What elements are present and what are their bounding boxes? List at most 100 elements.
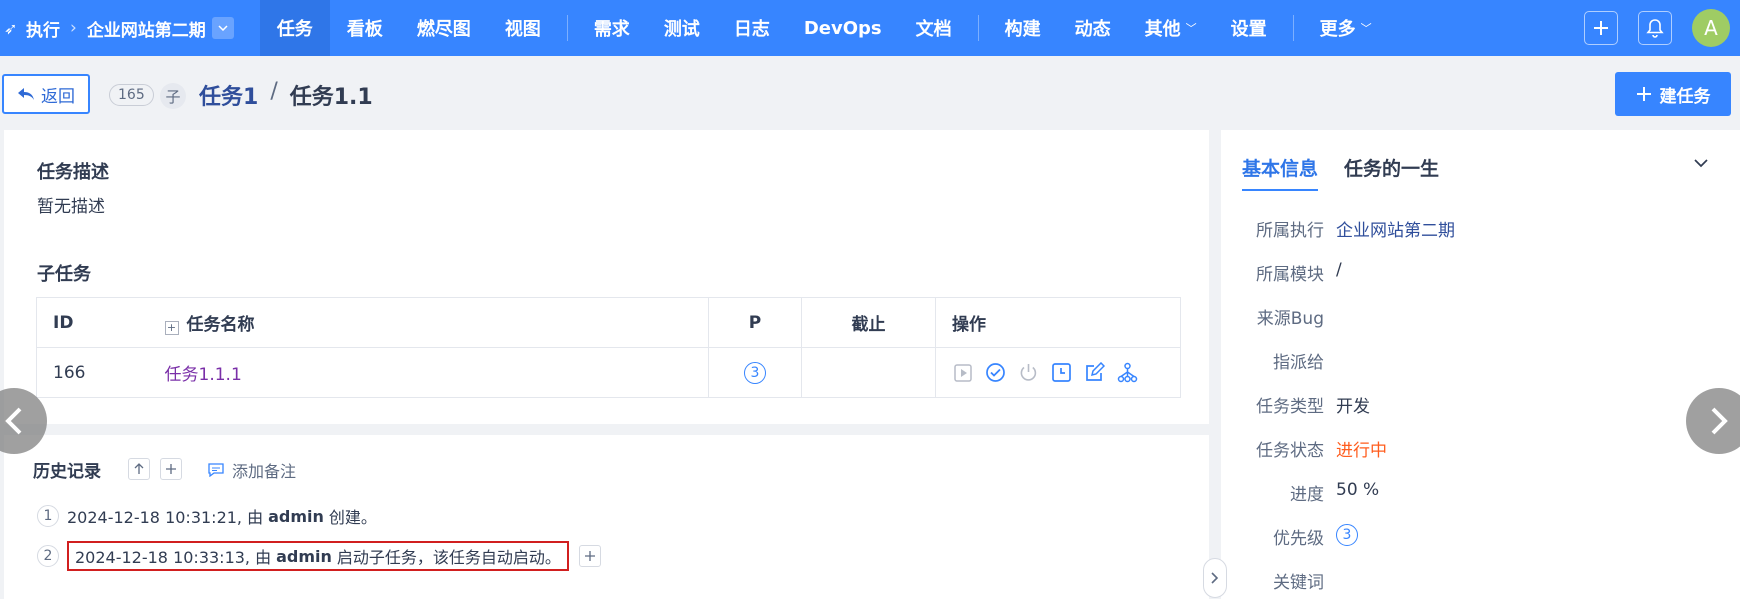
create-button[interactable] (1584, 11, 1618, 45)
nav-label: 任务 (276, 19, 313, 40)
entry-action: 启动子任务，该任务自动启动。 (336, 548, 561, 567)
info-label: 来源Bug (1256, 309, 1324, 329)
subtask-tree-icon[interactable] (1117, 362, 1138, 383)
history-title: 历史记录 (33, 462, 101, 482)
nav-label: 设置 (1230, 19, 1267, 40)
power-icon[interactable] (1018, 362, 1039, 383)
history-entry: 2 2024-12-18 10:33:13, 由 admin 启动子任务，该任务… (37, 541, 601, 571)
nav-log[interactable]: 日志 (717, 0, 787, 56)
project-name[interactable]: 企业网站第二期 (87, 16, 206, 41)
col-deadline[interactable]: 截止 (801, 297, 936, 348)
toggle-side-panel-button[interactable] (1203, 558, 1227, 598)
nav-label: 需求 (593, 19, 630, 40)
nav-label: 更多 (1319, 19, 1356, 40)
sort-order-button[interactable] (128, 458, 150, 480)
expand-entry-button[interactable] (578, 545, 601, 567)
finish-icon[interactable] (985, 362, 1006, 383)
info-row: 所属执行 企业网站第二期 (1221, 216, 1740, 241)
avatar[interactable]: A (1692, 9, 1730, 47)
priority-badge: 3 (1336, 524, 1358, 546)
nav-dynamic[interactable]: 动态 (1058, 0, 1128, 56)
nav-label: 看板 (346, 19, 383, 40)
new-task-button[interactable]: 建任务 (1615, 72, 1731, 116)
table-header-row: ID + 任务名称 P 截止 操作 (36, 297, 1181, 348)
col-name[interactable]: + 任务名称 (148, 297, 709, 348)
info-row: 指派给 (1221, 348, 1740, 373)
info-label: 任务状态 (1256, 441, 1324, 461)
cell-priority: 3 (708, 347, 802, 398)
entry-user: admin (268, 506, 324, 526)
entry-number: 2 (37, 545, 59, 567)
info-row: 进度 50 % (1221, 480, 1740, 505)
tab-task-lifecycle[interactable]: 任务的一生 (1344, 154, 1439, 191)
plus-icon (584, 551, 595, 561)
new-task-label: 建任务 (1659, 86, 1711, 107)
description-text: 暂无描述 (37, 197, 105, 217)
nav-burndown[interactable]: 燃尽图 (400, 0, 488, 56)
nav-divider (977, 15, 979, 41)
chevron-down-icon: ﹀ (1185, 22, 1197, 35)
back-label: 返回 (41, 86, 75, 107)
table-row: 166 任务1.1.1 3 (36, 347, 1181, 398)
back-button[interactable]: 返回 (2, 74, 90, 114)
project-switch-dropdown[interactable] (211, 17, 234, 39)
entry-time: 2024-12-18 10:31:21, 由 (67, 508, 264, 527)
nav-devops[interactable]: DevOps (787, 0, 899, 56)
parent-task-link[interactable]: 任务1 (199, 79, 258, 111)
expand-all-icon[interactable]: + (164, 320, 179, 335)
description-title: 任务描述 (37, 162, 109, 183)
plus-icon (1636, 87, 1651, 101)
child-badge: 子 (160, 83, 186, 109)
info-value[interactable]: 企业网站第二期 (1336, 216, 1455, 241)
arrow-up-icon (134, 463, 144, 474)
rocket-icon: ➶ (4, 18, 18, 38)
nav-label: 测试 (663, 19, 700, 40)
expand-all-button[interactable] (160, 458, 182, 480)
nav-label: 文档 (915, 19, 952, 40)
history-entry: 1 2024-12-18 10:31:21, 由 admin 创建。 (37, 504, 377, 528)
nav-more[interactable]: 更多 ﹀ (1303, 0, 1389, 56)
start-icon[interactable] (952, 362, 973, 383)
nav-label: 视图 (504, 19, 541, 40)
nav-settings[interactable]: 设置 (1214, 0, 1284, 56)
current-task-title: 任务1.1 (289, 85, 373, 110)
info-label: 进度 (1290, 485, 1324, 505)
nav-test[interactable]: 测试 (647, 0, 717, 56)
chevron-right-icon: › (70, 18, 77, 38)
nav-kanban[interactable]: 看板 (330, 0, 400, 56)
bell-icon (1646, 19, 1664, 38)
info-value: / (1336, 260, 1342, 280)
exec-link[interactable]: 执行 (26, 16, 60, 41)
edit-icon[interactable] (1084, 362, 1105, 383)
side-tabs: 基本信息 任务的一生 (1242, 154, 1439, 191)
chevron-down-icon (218, 25, 228, 31)
info-row: 关键词 (1221, 568, 1740, 593)
nav-build[interactable]: 构建 (988, 0, 1058, 56)
clock-icon[interactable] (1051, 362, 1072, 383)
info-row: 任务类型 开发 (1221, 392, 1740, 417)
nav-tasks[interactable]: 任务 (259, 0, 330, 56)
entry-time: 2024-12-18 10:33:13, 由 (75, 548, 272, 567)
nav-view[interactable]: 视图 (488, 0, 558, 56)
title-bar: 返回 165 子 任务1 / 任务1.1 建任务 (0, 56, 1740, 130)
page-title: 任务1 / 任务1.1 (199, 79, 373, 111)
info-value: 开发 (1336, 397, 1370, 417)
notification-button[interactable] (1638, 11, 1672, 45)
breadcrumb: ➶ 执行 › 企业网站第二期 (0, 0, 234, 56)
nav-other[interactable]: 其他 ﹀ (1128, 0, 1214, 56)
col-priority[interactable]: P (708, 297, 802, 348)
add-note-button[interactable]: 添加备注 (208, 458, 296, 482)
comment-icon (208, 463, 224, 477)
chevron-down-icon[interactable] (1694, 152, 1708, 173)
nav-label: 日志 (733, 19, 770, 40)
tab-basic-info[interactable]: 基本信息 (1242, 154, 1319, 191)
nav-story[interactable]: 需求 (577, 0, 647, 56)
info-row: 来源Bug (1221, 304, 1740, 329)
chevron-right-icon (1211, 572, 1219, 584)
chevron-down-icon: ﹀ (1360, 22, 1372, 35)
chevron-right-icon (1711, 407, 1728, 435)
col-id[interactable]: ID (36, 297, 149, 348)
nav-doc[interactable]: 文档 (899, 0, 969, 56)
subtask-link[interactable]: 任务1.1.1 (165, 365, 242, 385)
entry-action: 创建。 (328, 508, 377, 527)
